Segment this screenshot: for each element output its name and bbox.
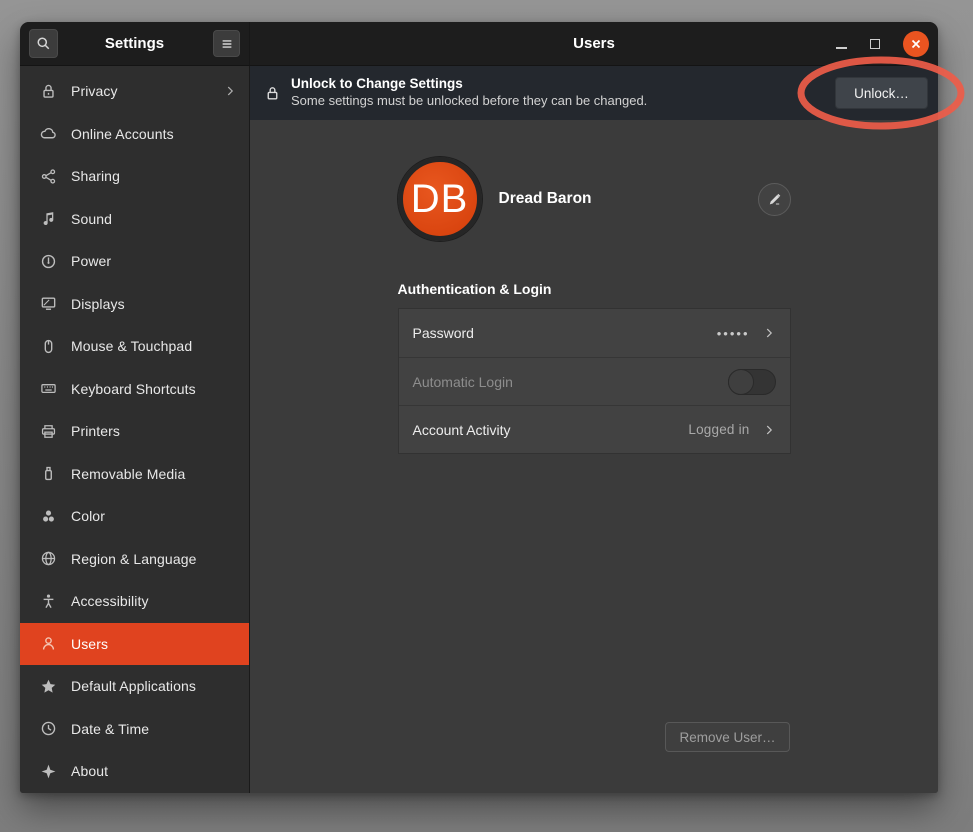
automatic-login-toggle[interactable] (728, 369, 776, 395)
sidebar-item-label: Region & Language (71, 551, 237, 567)
maximize-button[interactable] (870, 39, 880, 49)
sidebar-item-color[interactable]: Color (20, 495, 249, 538)
sidebar-item-online-accounts[interactable]: Online Accounts (20, 113, 249, 156)
share-icon (40, 168, 57, 185)
account-activity-label: Account Activity (413, 422, 511, 438)
monitor-icon (40, 295, 57, 312)
sidebar-item-about[interactable]: About (20, 750, 249, 793)
sparkle-icon (40, 763, 57, 780)
color-circles-icon (40, 508, 57, 525)
sidebar-item-date-time[interactable]: Date & Time (20, 708, 249, 751)
password-row[interactable]: Password ••••• (399, 309, 790, 357)
pencil-icon (767, 192, 782, 207)
sidebar-item-users[interactable]: Users (20, 623, 249, 666)
power-gauge-icon (40, 253, 57, 270)
automatic-login-row: Automatic Login (399, 357, 790, 405)
sidebar-item-mouse-touchpad[interactable]: Mouse & Touchpad (20, 325, 249, 368)
sidebar-item-label: Online Accounts (71, 126, 237, 142)
menu-button[interactable] (213, 30, 240, 57)
sidebar-item-label: Sharing (71, 168, 237, 184)
sidebar-item-label: Sound (71, 211, 237, 227)
sidebar-item-label: Removable Media (71, 466, 237, 482)
accessibility-icon (40, 593, 57, 610)
sidebar-headerbar: Settings (20, 22, 250, 66)
password-value: ••••• (717, 326, 750, 341)
page-title: Users (573, 35, 615, 52)
clock-icon (40, 720, 57, 737)
sidebar-item-accessibility[interactable]: Accessibility (20, 580, 249, 623)
sidebar-item-label: About (71, 763, 237, 779)
users-panel: Unlock to Change Settings Some settings … (250, 66, 938, 793)
window-controls (836, 22, 929, 65)
users-content: DB Dread Baron Authentication & Login Pa… (250, 120, 938, 793)
maximize-icon (870, 39, 880, 49)
sidebar-item-label: Date & Time (71, 721, 237, 737)
chevron-right-icon (762, 423, 776, 437)
minimize-icon (836, 47, 847, 49)
banner-lock-icon (264, 85, 281, 102)
sidebar: Privacy Online Accounts Sharing Sound Po… (20, 66, 250, 793)
account-activity-row[interactable]: Account Activity Logged in (399, 405, 790, 453)
printer-icon (40, 423, 57, 440)
unlock-banner-title: Unlock to Change Settings (291, 76, 647, 93)
sidebar-item-label: Users (71, 636, 237, 652)
music-note-icon (40, 210, 57, 227)
password-label: Password (413, 325, 474, 341)
sidebar-item-power[interactable]: Power (20, 240, 249, 283)
sidebar-item-sharing[interactable]: Sharing (20, 155, 249, 198)
star-icon (40, 678, 57, 695)
avatar[interactable]: DB (398, 157, 482, 241)
account-activity-value: Logged in (688, 422, 749, 437)
unlock-banner-subtitle: Some settings must be unlocked before th… (291, 93, 647, 109)
auth-list: Password ••••• Automatic Login Account A… (398, 308, 791, 454)
user-icon (40, 635, 57, 652)
unlock-button[interactable]: Unlock… (835, 77, 928, 109)
search-icon (36, 36, 51, 51)
close-icon (910, 38, 922, 50)
search-button[interactable] (29, 29, 58, 58)
sidebar-item-printers[interactable]: Printers (20, 410, 249, 453)
usb-drive-icon (40, 465, 57, 482)
sidebar-item-label: Printers (71, 423, 237, 439)
sidebar-item-sound[interactable]: Sound (20, 198, 249, 241)
settings-window: Settings Users Privacy Online Accounts (20, 22, 938, 793)
remove-user-button[interactable]: Remove User… (665, 722, 790, 752)
main-headerbar: Users (250, 22, 938, 66)
sidebar-item-label: Displays (71, 296, 237, 312)
sidebar-item-label: Power (71, 253, 237, 269)
sidebar-item-label: Default Applications (71, 678, 237, 694)
chevron-right-icon (762, 326, 776, 340)
sidebar-item-label: Color (71, 508, 237, 524)
sidebar-item-removable-media[interactable]: Removable Media (20, 453, 249, 496)
hamburger-icon (220, 37, 234, 51)
auth-section-title: Authentication & Login (398, 281, 791, 297)
sidebar-item-label: Accessibility (71, 593, 237, 609)
sidebar-item-default-applications[interactable]: Default Applications (20, 665, 249, 708)
mouse-icon (40, 338, 57, 355)
sidebar-item-keyboard-shortcuts[interactable]: Keyboard Shortcuts (20, 368, 249, 411)
sidebar-item-label: Mouse & Touchpad (71, 338, 237, 354)
automatic-login-label: Automatic Login (413, 374, 513, 390)
minimize-button[interactable] (836, 39, 847, 49)
cloud-icon (40, 125, 57, 142)
sidebar-item-privacy[interactable]: Privacy (20, 70, 249, 113)
sidebar-item-region-language[interactable]: Region & Language (20, 538, 249, 581)
sidebar-item-displays[interactable]: Displays (20, 283, 249, 326)
toggle-knob (728, 369, 754, 395)
close-button[interactable] (903, 31, 929, 57)
chevron-right-icon (223, 84, 237, 98)
sidebar-item-label: Privacy (71, 83, 223, 99)
unlock-banner: Unlock to Change Settings Some settings … (250, 66, 938, 120)
globe-icon (40, 550, 57, 567)
user-name: Dread Baron (499, 190, 592, 208)
sidebar-item-label: Keyboard Shortcuts (71, 381, 237, 397)
edit-name-button[interactable] (758, 183, 791, 216)
keyboard-icon (40, 380, 57, 397)
lock-icon (40, 83, 57, 100)
profile-row: DB Dread Baron (398, 157, 791, 241)
